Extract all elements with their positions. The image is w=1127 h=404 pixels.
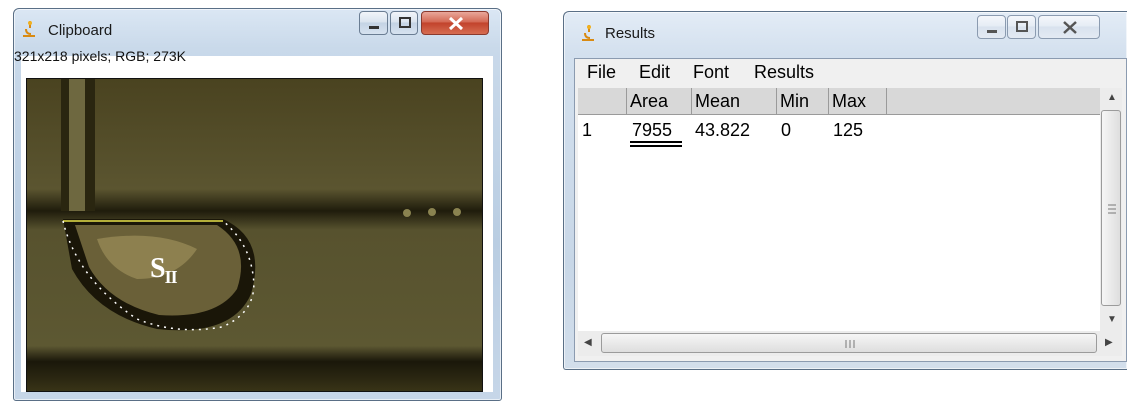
horizontal-scroll-thumb[interactable]: [601, 333, 1097, 353]
results-client-area: File Edit Font Results Area Mean Min Max…: [574, 58, 1127, 362]
menu-bar: File Edit Font Results: [575, 59, 1126, 87]
image-canvas: [27, 79, 482, 391]
cell-index: 1: [582, 120, 593, 140]
grip-icon: [845, 340, 855, 348]
region-label: SII: [150, 253, 178, 287]
close-button[interactable]: [421, 11, 489, 35]
column-header-area[interactable]: Area: [627, 88, 692, 115]
microscope-icon: [582, 25, 594, 41]
horizontal-scrollbar[interactable]: ◀ ▶: [578, 331, 1122, 356]
results-titlebar[interactable]: Results: [564, 12, 1127, 50]
minimize-icon: [369, 26, 379, 29]
minimize-button[interactable]: [359, 11, 388, 35]
double-underline: [630, 141, 682, 147]
maximize-icon: [399, 17, 411, 28]
menu-results[interactable]: Results: [754, 62, 814, 83]
column-header-min[interactable]: Min: [777, 88, 829, 115]
maximize-icon: [1016, 21, 1028, 32]
menu-file[interactable]: File: [587, 62, 616, 83]
clipboard-title: Clipboard: [48, 22, 113, 39]
microscope-icon: [23, 21, 35, 37]
column-header-max[interactable]: Max: [829, 88, 887, 115]
close-icon: [448, 16, 464, 31]
results-title: Results: [605, 25, 656, 42]
scroll-left-icon[interactable]: ◀: [584, 337, 592, 348]
results-table[interactable]: Area Mean Min Max 1 7955 43.822 0 125: [578, 88, 1100, 331]
column-header-index[interactable]: [578, 88, 627, 115]
maximize-button[interactable]: [1007, 15, 1036, 39]
microscope-image[interactable]: [26, 78, 483, 392]
vertical-scrollbar[interactable]: ▲ ▼: [1100, 88, 1122, 331]
cell-max: 125: [833, 120, 864, 140]
minimize-icon: [987, 30, 997, 33]
menu-edit[interactable]: Edit: [639, 62, 670, 83]
cell-min: 0: [781, 120, 792, 140]
column-header-mean[interactable]: Mean: [692, 88, 777, 115]
scroll-right-icon[interactable]: ▶: [1105, 337, 1113, 348]
menu-font[interactable]: Font: [693, 62, 729, 83]
maximize-button[interactable]: [390, 11, 418, 35]
results-window: Results File Edit Font Results Area Mean…: [563, 11, 1127, 370]
vertical-scroll-thumb[interactable]: [1101, 110, 1121, 306]
scroll-up-icon[interactable]: ▲: [1107, 92, 1117, 103]
close-icon: [1063, 21, 1077, 34]
scroll-down-icon[interactable]: ▼: [1107, 314, 1117, 325]
minimize-button[interactable]: [977, 15, 1006, 39]
clipboard-titlebar[interactable]: Clipboard: [14, 9, 501, 47]
close-button[interactable]: [1038, 15, 1100, 39]
image-info-text: 321x218 pixels; RGB; 273K: [14, 48, 186, 64]
cell-mean: 43.822: [695, 120, 751, 140]
column-header-empty: [887, 88, 1100, 115]
cell-area: 7955: [632, 120, 673, 140]
grip-icon: [1108, 204, 1116, 214]
